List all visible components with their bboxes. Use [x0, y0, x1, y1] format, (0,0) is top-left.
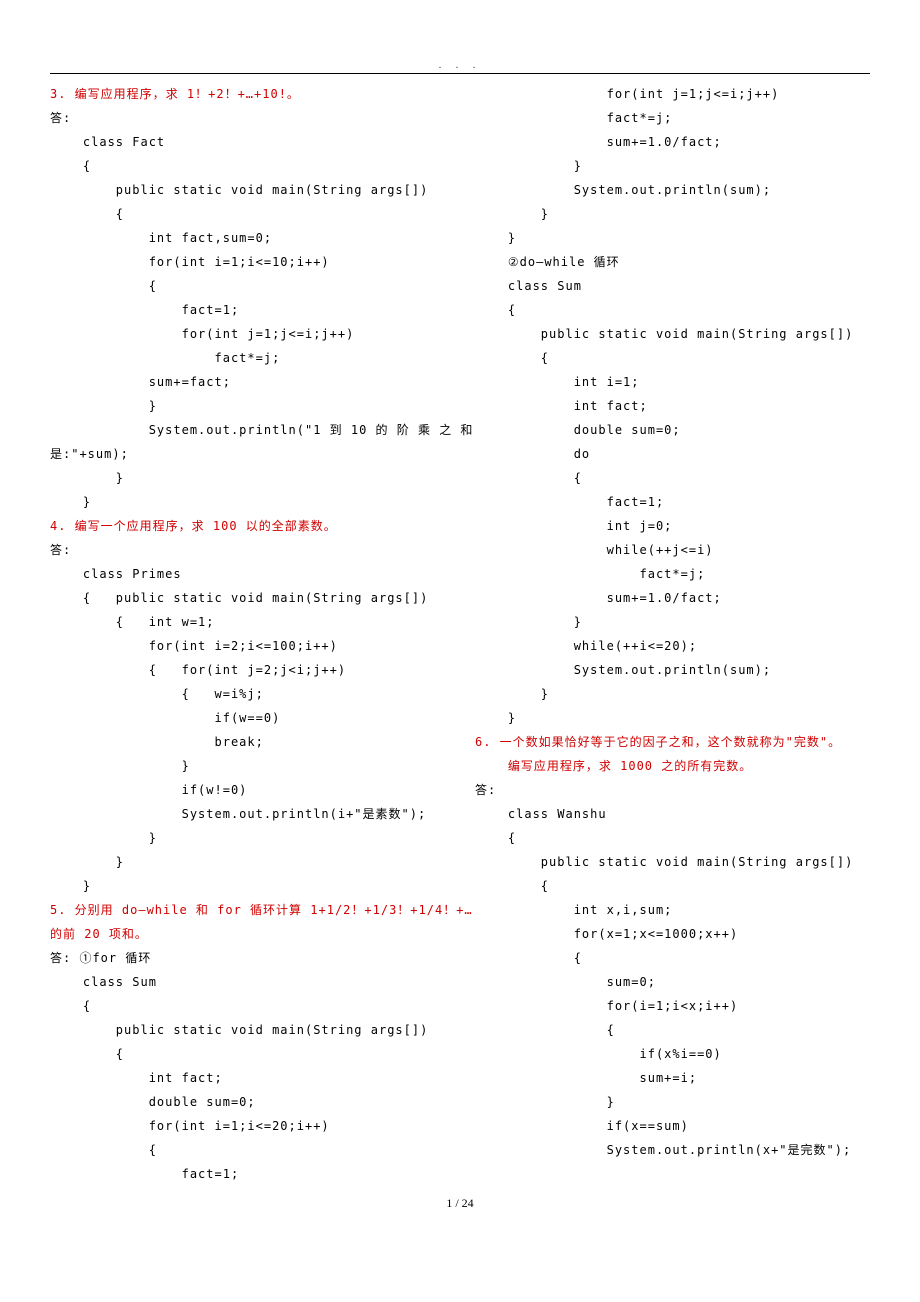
code-line: { [475, 346, 870, 370]
code-line: 答: [50, 106, 445, 130]
code-line: int fact,sum=0; [50, 226, 445, 250]
code-line: 答: [475, 778, 870, 802]
code-line: { [475, 466, 870, 490]
code-line: System.out.println(sum); [475, 178, 870, 202]
code-line: { int w=1; [50, 610, 445, 634]
code-line: sum+=1.0/fact; [475, 130, 870, 154]
code-line: } [50, 754, 445, 778]
code-line: for(i=1;i<x;i++) [475, 994, 870, 1018]
code-line: int fact; [50, 1066, 445, 1090]
code-line: { [475, 826, 870, 850]
code-line: fact*=j; [475, 562, 870, 586]
code-line: sum+=1.0/fact; [475, 586, 870, 610]
code-line: { public static void main(String args[]) [50, 586, 445, 610]
code-line: { w=i%j; [50, 682, 445, 706]
code-line: if(x==sum) [475, 1114, 870, 1138]
code-line: } [475, 202, 870, 226]
code-line: { for(int j=2;j<i;j++) [50, 658, 445, 682]
code-line: int fact; [475, 394, 870, 418]
code-line: break; [50, 730, 445, 754]
code-line: { [50, 1042, 445, 1066]
code-line: { [50, 154, 445, 178]
code-line: if(x%i==0) [475, 1042, 870, 1066]
code-line: sum=0; [475, 970, 870, 994]
code-line: } [475, 610, 870, 634]
code-line: fact=1; [50, 298, 445, 322]
code-line: class Wanshu [475, 802, 870, 826]
code-line: { [475, 874, 870, 898]
code-line: } [475, 1090, 870, 1114]
code-line: int x,i,sum; [475, 898, 870, 922]
code-line: for(int i=1;i<=10;i++) [50, 250, 445, 274]
code-line: } [475, 682, 870, 706]
code-line: } [50, 466, 445, 490]
question-text: 的前 20 项和。 [50, 922, 445, 946]
content-columns: 3. 编写应用程序，求 1！+2！+…+10!。答: class Fact { … [50, 82, 870, 1186]
code-line: } [475, 154, 870, 178]
code-line: { [50, 274, 445, 298]
code-line: int j=0; [475, 514, 870, 538]
code-line: double sum=0; [50, 1090, 445, 1114]
code-line: double sum=0; [475, 418, 870, 442]
question-text: 4. 编写一个应用程序，求 100 以的全部素数。 [50, 514, 445, 538]
code-line: { [475, 946, 870, 970]
code-line: for(int j=1;j<=i;j++) [475, 82, 870, 106]
header-dots: . . . [50, 60, 870, 71]
code-line: 答: ①for 循环 [50, 946, 445, 970]
code-line: fact*=j; [50, 346, 445, 370]
code-line: public static void main(String args[]) [475, 322, 870, 346]
code-line: if(w==0) [50, 706, 445, 730]
code-line: for(int j=1;j<=i;j++) [50, 322, 445, 346]
code-line: System.out.println(sum); [475, 658, 870, 682]
code-line: ②do—while 循环 [475, 250, 870, 274]
code-line: class Sum [475, 274, 870, 298]
code-line: while(++j<=i) [475, 538, 870, 562]
code-line: fact=1; [50, 1162, 445, 1186]
code-line: } [50, 826, 445, 850]
code-line: sum+=i; [475, 1066, 870, 1090]
code-line: class Primes [50, 562, 445, 586]
code-line: do [475, 442, 870, 466]
code-line: fact=1; [475, 490, 870, 514]
document-page: . . . 3. 编写应用程序，求 1！+2！+…+10!。答: class F… [0, 0, 920, 1251]
code-line: 是:"+sum); [50, 442, 445, 466]
code-line: int i=1; [475, 370, 870, 394]
code-line: } [50, 874, 445, 898]
code-line: } [50, 490, 445, 514]
code-line: } [50, 394, 445, 418]
code-line: fact*=j; [475, 106, 870, 130]
question-text: 6. 一个数如果恰好等于它的因子之和，这个数就称为"完数"。 [475, 730, 870, 754]
code-line: { [50, 1138, 445, 1162]
code-line: System.out.println(i+"是素数"); [50, 802, 445, 826]
code-line: for(x=1;x<=1000;x++) [475, 922, 870, 946]
question-text: 编写应用程序，求 1000 之的所有完数。 [475, 754, 870, 778]
code-line: if(w!=0) [50, 778, 445, 802]
code-line: sum+=fact; [50, 370, 445, 394]
code-line: for(int i=1;i<=20;i++) [50, 1114, 445, 1138]
code-line: System.out.println("1 到 10 的 阶 乘 之 和 [50, 418, 445, 442]
code-line: class Fact [50, 130, 445, 154]
top-rule [50, 73, 870, 74]
code-line: { [50, 994, 445, 1018]
code-line: { [475, 1018, 870, 1042]
code-line: System.out.println(x+"是完数"); [475, 1138, 870, 1162]
code-line: class Sum [50, 970, 445, 994]
code-line: 答: [50, 538, 445, 562]
question-text: 3. 编写应用程序，求 1！+2！+…+10!。 [50, 82, 445, 106]
code-line: public static void main(String args[]) [475, 850, 870, 874]
code-line: { [50, 202, 445, 226]
code-line: { [475, 298, 870, 322]
code-line: } [475, 226, 870, 250]
code-line: public static void main(String args[]) [50, 1018, 445, 1042]
code-line: for(int i=2;i<=100;i++) [50, 634, 445, 658]
code-line: } [50, 850, 445, 874]
page-number: 1 / 24 [50, 1196, 870, 1211]
code-line: public static void main(String args[]) [50, 178, 445, 202]
code-line: while(++i<=20); [475, 634, 870, 658]
code-line: } [475, 706, 870, 730]
question-text: 5. 分别用 do—while 和 for 循环计算 1+1/2！+1/3！+1… [50, 898, 445, 922]
